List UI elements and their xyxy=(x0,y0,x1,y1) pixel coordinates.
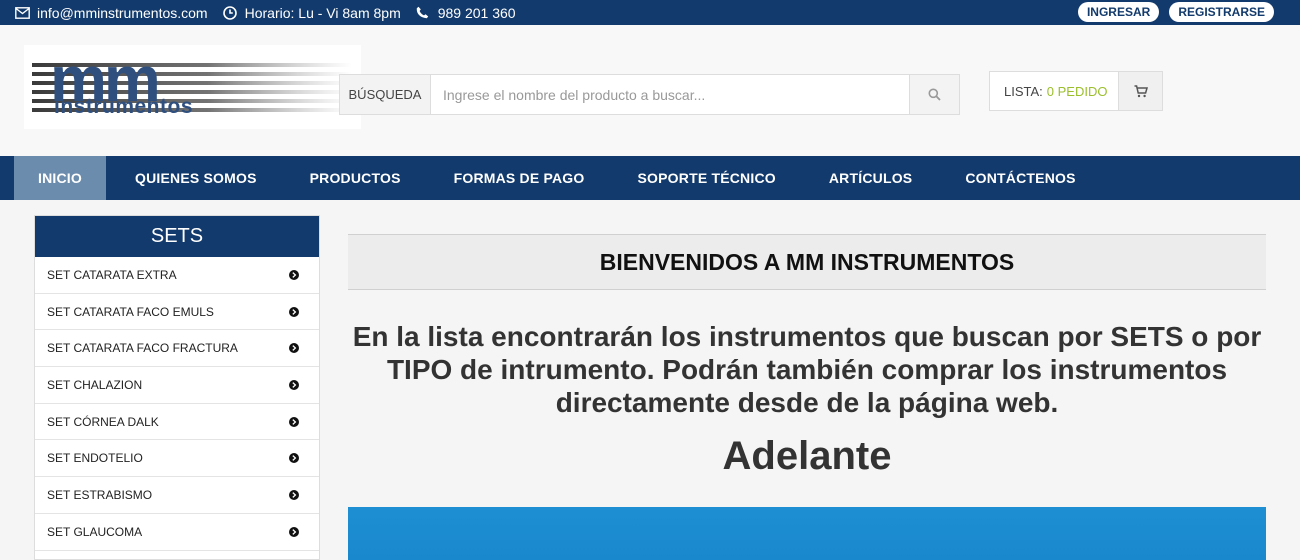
cta-heading: Adelante xyxy=(722,434,892,478)
search-icon xyxy=(928,88,941,101)
register-button[interactable]: REGISTRARSE xyxy=(1169,2,1274,22)
contact-info: info@mminstrumentos.com Horario: Lu - Vi… xyxy=(14,0,530,25)
welcome-heading: BIENVENIDOS A MM INSTRUMENTOS xyxy=(348,234,1266,290)
phone-text: 989 201 360 xyxy=(437,4,516,21)
sidebar-item-label: SET CATARATA FACO FRACTURA xyxy=(47,341,238,356)
search-button[interactable] xyxy=(909,75,959,114)
order-list-label: LISTA: xyxy=(1004,83,1043,99)
chevron-right-circle-icon xyxy=(289,453,299,464)
sidebar-item-label: SET ESTRABISMO xyxy=(47,487,153,502)
login-button[interactable]: INGRESAR xyxy=(1077,2,1160,22)
clock-icon xyxy=(222,5,238,21)
email-text: info@mminstrumentos.com xyxy=(37,4,208,21)
phone-contact[interactable]: 989 201 360 xyxy=(415,5,516,21)
sidebar-item-label: SET CATARATA EXTRA xyxy=(47,267,177,282)
site-header: mm instrumentos BÚSQUEDA LISTA: 0 PEDIDO xyxy=(0,25,1300,156)
chevron-right-circle-icon xyxy=(289,379,299,390)
cart-icon xyxy=(1134,84,1148,97)
nav-contactenos[interactable]: CONTÁCTENOS xyxy=(941,156,1099,200)
order-count: 0 PEDIDO xyxy=(1046,83,1108,99)
cart-button[interactable] xyxy=(1118,72,1162,110)
hours-text: Horario: Lu - Vi 8am 8pm xyxy=(244,4,401,21)
order-list[interactable]: LISTA: 0 PEDIDO xyxy=(989,71,1163,111)
sidebar-item[interactable]: SET CATARATA FACO FRACTURA xyxy=(35,330,319,368)
sidebar-item[interactable]: SET ENDOTELIO xyxy=(35,440,319,478)
chevron-right-circle-icon xyxy=(289,343,299,354)
chevron-right-circle-icon xyxy=(289,526,299,537)
sets-sidebar: SETS SET CATARATA EXTRA SET CATARATA FAC… xyxy=(34,215,320,560)
main-nav: INICIO QUIENES SOMOS PRODUCTOS FORMAS DE… xyxy=(0,156,1300,200)
sidebar-item-label: SET GLAUCOMA xyxy=(47,524,143,539)
sidebar-item-label: SET CATARATA FACO EMULS xyxy=(47,304,214,319)
sidebar-item[interactable]: SET CHALAZION xyxy=(35,367,319,404)
sidebar-item-label: SET CHALAZION xyxy=(47,377,143,392)
search-bar: BÚSQUEDA xyxy=(339,74,960,115)
chevron-right-circle-icon xyxy=(289,416,299,427)
chevron-right-circle-icon xyxy=(289,489,299,500)
hero-banner xyxy=(348,507,1266,560)
sidebar-item[interactable]: SET CÓRNEA DALK xyxy=(35,404,319,441)
nav-productos[interactable]: PRODUCTOS xyxy=(286,156,425,200)
logo-sub-text: instrumentos xyxy=(54,95,194,118)
intro-text: En la lista encontrarán los instrumentos… xyxy=(352,321,1262,418)
nav-quienes-somos[interactable]: QUIENES SOMOS xyxy=(111,156,281,200)
top-bar: info@mminstrumentos.com Horario: Lu - Vi… xyxy=(0,0,1300,25)
sidebar-item[interactable]: SET GLAUCOMA xyxy=(35,514,319,551)
nav-inicio[interactable]: INICIO xyxy=(14,156,106,200)
chevron-right-circle-icon xyxy=(289,306,299,317)
order-list-text: LISTA: 0 PEDIDO xyxy=(990,72,1118,110)
nav-soporte-tecnico[interactable]: SOPORTE TÉCNICO xyxy=(614,156,800,200)
chevron-right-circle-icon xyxy=(289,269,299,280)
phone-icon xyxy=(415,5,431,21)
site-logo[interactable]: mm instrumentos xyxy=(24,45,361,129)
sidebar-item[interactable]: SET CATARATA FACO EMULS xyxy=(35,294,319,331)
sidebar-title: SETS xyxy=(35,216,319,257)
hours-info: Horario: Lu - Vi 8am 8pm xyxy=(222,5,401,21)
envelope-icon xyxy=(14,5,30,21)
sidebar-item[interactable]: SET CATARATA EXTRA xyxy=(35,257,319,294)
email-contact[interactable]: info@mminstrumentos.com xyxy=(14,5,208,21)
search-input[interactable] xyxy=(431,75,909,114)
sidebar-item-label: SET ENDOTELIO xyxy=(47,451,143,466)
nav-formas-de-pago[interactable]: FORMAS DE PAGO xyxy=(430,156,609,200)
sidebar-item[interactable]: SET ESTRABISMO xyxy=(35,477,319,514)
nav-articulos[interactable]: ARTÍCULOS xyxy=(805,156,936,200)
sidebar-item-label: SET CÓRNEA DALK xyxy=(47,414,159,429)
search-label: BÚSQUEDA xyxy=(340,75,431,114)
account-actions: INGRESAR REGISTRARSE xyxy=(1068,2,1274,22)
